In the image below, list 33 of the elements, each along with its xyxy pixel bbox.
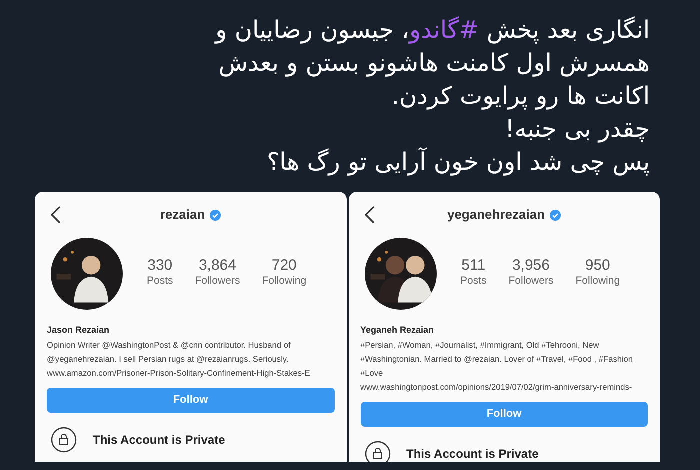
tweet-text: انگاری بعد پخش #گاندو، جیسون رضاییان و همسرش اول کامنت هاشونو بستن و بعدش اکانت ها رو پرایوت کردن. چقدر بی جنبه! پس چی شد اون خون آرایی تو رگ ها؟ xyxy=(214,15,651,178)
hashtag-link[interactable]: #گاندو xyxy=(409,16,480,44)
bio-text: #Persian, #Woman, #Journalist, #Immigrant, Old #Tehrooni, New xyxy=(360,338,600,352)
bio-text: #Washingtonian. Married to @rezaian. Lover of #Travel, #Food , #Fashion xyxy=(360,352,634,366)
follow-button[interactable]: Follow xyxy=(360,402,648,426)
bio-text: Opinion Writer @WashingtonPost & @cnn contributor. Husband of xyxy=(47,338,292,352)
username: yeganehrezaian xyxy=(447,206,546,224)
stat-label: Followers xyxy=(508,274,554,290)
stat-count: 330 xyxy=(147,258,174,274)
stat-label: Following xyxy=(576,274,620,290)
private-notice: This Account is Private xyxy=(406,446,539,462)
stat-label: Followers xyxy=(195,274,240,290)
back-icon[interactable] xyxy=(364,206,374,224)
profile-name: Yeganeh Rezaian xyxy=(360,324,436,337)
stat-count: 950 xyxy=(584,258,612,274)
username: rezaian xyxy=(160,206,206,224)
stat-count: 720 xyxy=(270,258,298,274)
stat-label: Posts xyxy=(147,274,174,290)
profile-link[interactable]: www.amazon.com/Prisoner-Prison-Solitary-Confinement-High-Stakes-E xyxy=(47,366,334,380)
private-notice: This Account is Private xyxy=(93,432,226,448)
stat-count: 511 xyxy=(460,258,487,274)
lock-icon xyxy=(51,426,77,452)
stat-count: 3,864 xyxy=(198,258,238,274)
back-icon[interactable] xyxy=(51,206,61,224)
follow-button[interactable]: Follow xyxy=(47,388,334,412)
profile-link[interactable]: www.washingtonpost.com/opinions/2019/07/02/grim-anniversary-reminds- xyxy=(360,380,648,394)
stat-label: Posts xyxy=(460,274,487,290)
bio-text: #Love xyxy=(360,366,384,380)
stat-label: Following xyxy=(262,274,307,290)
stat-count: 3,956 xyxy=(511,258,551,274)
bio-text: @yeganehrezaian. I sell Persian rugs at @rezaianrugs. Seriously. xyxy=(47,352,290,366)
profile-name: Jason Rezaian xyxy=(47,324,111,337)
lock-icon xyxy=(364,440,390,462)
